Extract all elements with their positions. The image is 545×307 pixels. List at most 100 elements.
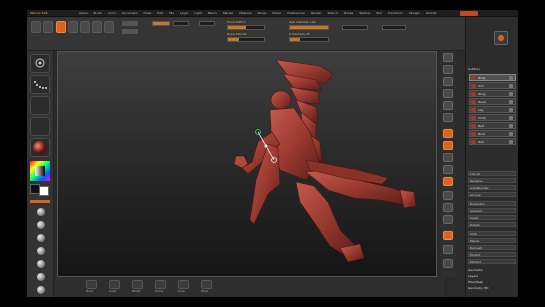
delete-button[interactable]: Delete (468, 222, 516, 227)
material-selector[interactable] (30, 138, 50, 157)
menu-item[interactable]: Texture (359, 11, 370, 15)
scroll-button[interactable] (443, 53, 453, 62)
layers-header[interactable]: Layers (468, 274, 478, 278)
focal-shift-slider[interactable] (227, 25, 265, 30)
project-button[interactable]: Project (468, 252, 516, 257)
z-intensity-slider[interactable] (289, 37, 329, 42)
frame-button[interactable] (443, 153, 453, 162)
menu-item[interactable]: Draw (143, 11, 151, 15)
subtool-item[interactable]: Hair (469, 138, 516, 145)
actual-button[interactable] (443, 77, 453, 86)
eye-icon[interactable] (509, 140, 513, 144)
append-button[interactable]: Append (468, 208, 516, 213)
local-symmetry-button[interactable] (443, 129, 453, 138)
menu-item[interactable]: Stroke (344, 11, 354, 15)
eye-icon[interactable] (509, 108, 513, 112)
menu-item[interactable]: Document (122, 11, 138, 15)
autoreorder-button[interactable]: AutoReorder (468, 185, 516, 190)
menu-item[interactable]: Brush (94, 11, 103, 15)
menu-item[interactable]: Stencil (327, 11, 337, 15)
xpose-button[interactable] (443, 259, 453, 268)
lightbox-icon[interactable] (31, 21, 41, 33)
matcap-ball-icon[interactable] (37, 273, 45, 281)
local-button[interactable] (178, 280, 189, 289)
geometry-hd-header[interactable]: Geometry HD (468, 286, 488, 290)
rename-button[interactable]: Rename (468, 178, 516, 183)
zcut-toggle[interactable] (199, 21, 215, 26)
zadd-toggle[interactable] (152, 21, 170, 26)
rotate-view-button[interactable] (443, 191, 453, 200)
menu-item[interactable]: Picker (272, 11, 281, 15)
menu-item[interactable]: Layer (180, 11, 188, 15)
menu-item[interactable]: Color (108, 11, 116, 15)
eye-icon[interactable] (509, 76, 513, 80)
eye-icon[interactable] (509, 116, 513, 120)
subtool-item[interactable]: Leg (469, 106, 516, 113)
insert-button[interactable]: Insert (468, 215, 516, 220)
ghost-button[interactable] (443, 245, 453, 254)
move-icon[interactable] (80, 21, 90, 33)
main-color-swatch[interactable] (39, 186, 49, 196)
xyz-rotate-button[interactable] (443, 141, 453, 150)
menu-item[interactable]: Marker (223, 11, 233, 15)
subtool-item[interactable]: Boot (469, 130, 516, 137)
solo-button[interactable] (443, 231, 453, 240)
geometry-header[interactable]: Geometry (468, 268, 483, 272)
menu-item[interactable]: Light (194, 11, 202, 15)
merge-button[interactable]: Merge (468, 238, 516, 243)
menu-item[interactable]: Movie (257, 11, 266, 15)
remesh-button[interactable]: Remesh (468, 245, 516, 250)
eye-icon[interactable] (509, 100, 513, 104)
floor-button[interactable] (443, 113, 453, 122)
zoom-button[interactable] (443, 65, 453, 74)
rgb-toggle[interactable] (122, 29, 138, 34)
rotate-icon[interactable] (104, 21, 114, 33)
split-button[interactable]: Split (468, 231, 516, 236)
zsub-toggle[interactable] (173, 21, 189, 26)
subtool-item[interactable]: Cloth (469, 114, 516, 121)
eye-icon[interactable] (509, 92, 513, 96)
transp-button[interactable] (443, 215, 453, 224)
menu-item[interactable]: File (169, 11, 174, 15)
move-view-button[interactable] (443, 165, 453, 174)
all-low-button[interactable]: All Low (468, 192, 516, 197)
menu-item[interactable]: Tool (376, 11, 382, 15)
eye-icon[interactable] (509, 132, 513, 136)
mrgb-toggle[interactable] (122, 21, 138, 26)
quicksave-button[interactable] (460, 11, 478, 16)
rotate-button[interactable] (132, 280, 143, 289)
menu-item[interactable]: Preferences (287, 11, 305, 15)
matcap-ball-icon[interactable] (37, 234, 45, 242)
edit-icon[interactable] (56, 21, 66, 33)
fibermesh-header[interactable]: FiberMesh (468, 280, 483, 284)
move-button[interactable] (86, 280, 97, 289)
color-picker[interactable] (30, 161, 50, 181)
subtool-item[interactable]: Body (469, 74, 516, 81)
figure-model[interactable] (58, 52, 436, 276)
menu-item[interactable]: Zplugin (409, 11, 420, 15)
subtool-item[interactable]: Head (469, 98, 516, 105)
menu-item[interactable]: Macro (208, 11, 217, 15)
menu-item[interactable]: Transform (388, 11, 403, 15)
matcap-ball-icon[interactable] (37, 247, 45, 255)
matcap-ball-icon[interactable] (37, 208, 45, 216)
tool-thumbnail[interactable] (494, 31, 508, 45)
gradient-toggle[interactable] (30, 200, 50, 203)
scale-view-button[interactable] (443, 177, 453, 186)
rgb-intensity-slider[interactable] (289, 25, 329, 30)
projection-master-icon[interactable] (43, 21, 53, 33)
frame-button[interactable] (155, 280, 166, 289)
subtool-item[interactable]: Belt (469, 122, 516, 129)
menu-item[interactable]: Render (311, 11, 322, 15)
subtool-item[interactable]: Arm (469, 82, 516, 89)
aahalf-button[interactable] (443, 89, 453, 98)
eye-icon[interactable] (509, 84, 513, 88)
canvas-viewport[interactable] (57, 51, 437, 277)
extract-button[interactable]: Extract (468, 259, 516, 264)
matcap-ball-icon[interactable] (37, 260, 45, 268)
scale-button[interactable] (109, 280, 120, 289)
draw-size-slider[interactable] (227, 37, 265, 42)
menu-item[interactable]: Material (239, 11, 251, 15)
subtool-item[interactable]: Wing (469, 90, 516, 97)
alpha-selector[interactable] (30, 96, 50, 115)
